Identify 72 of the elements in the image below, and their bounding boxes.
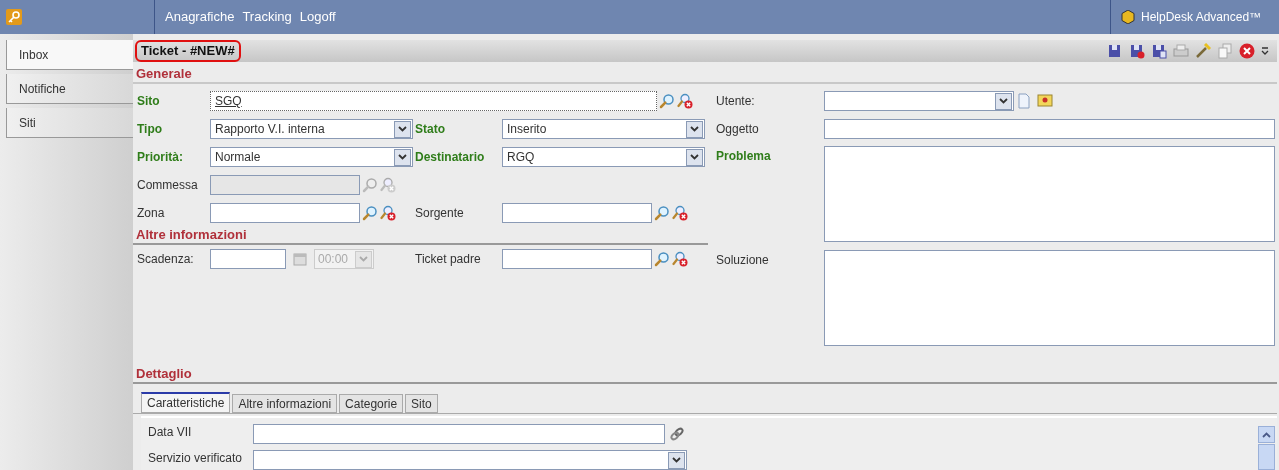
field-label: Tipo [137,121,164,138]
scroll-up-icon[interactable] [1262,431,1271,438]
select-field[interactable]: Inserito [502,119,705,139]
time-select: 00:00 [314,249,374,269]
field-label: Scadenza: [137,251,195,268]
sidebar-tab[interactable]: Inbox [6,40,133,70]
search-icon[interactable] [654,251,670,267]
select-field[interactable]: Normale [210,147,413,167]
field-label: Ticket padre [415,251,482,268]
save-icon[interactable] [1151,43,1167,59]
field-label: Servizio verificato [148,450,244,465]
select-field[interactable]: Rapporto V.I. interna [210,119,413,139]
menu-link[interactable]: Anagrafiche [165,7,235,27]
select-field[interactable]: RGQ [502,147,705,167]
lookup-field[interactable]: SGQ [210,91,657,111]
ticket-title: Ticket - #NEW# [135,40,241,62]
lookup-field[interactable] [210,203,360,223]
detail-tab[interactable]: Categorie [339,394,404,413]
lookup-field[interactable] [502,249,652,269]
detail-tab[interactable]: Caratteristiche [141,392,231,413]
field-label: Problema [716,148,772,165]
clear-search-icon[interactable] [380,205,396,221]
date-field[interactable] [210,249,286,269]
text-area[interactable] [824,250,1275,346]
field-label: Sorgente [415,205,465,222]
document-icon[interactable] [1017,93,1031,109]
field-label: Zona [137,205,166,222]
close-icon[interactable] [1239,43,1255,59]
field-label: Stato [415,121,446,138]
section-heading: Generale [135,66,192,82]
sidebar-tab[interactable]: Notifiche [6,74,133,104]
product-name: HelpDesk Advanced™ [1141,9,1262,26]
clear-search-icon[interactable] [672,251,688,267]
text-area[interactable] [824,146,1275,242]
select-field[interactable] [824,91,1014,111]
hexagon-logo-icon [1121,10,1135,24]
field-label: Commessa [137,177,199,194]
search-icon[interactable] [362,177,378,193]
menu-link[interactable]: Tracking [242,7,292,27]
text-field[interactable] [253,424,665,444]
key-icon [6,9,22,25]
field-label: Utente: [716,93,756,110]
save-icon[interactable] [1107,43,1123,59]
printer-icon[interactable] [1173,43,1189,59]
field-label: Destinatario [415,149,486,166]
link-icon[interactable] [669,426,685,442]
copy-icon[interactable] [1217,43,1233,59]
save-icon[interactable] [1129,43,1145,59]
search-icon[interactable] [362,205,378,221]
field-label: Priorità: [137,149,184,166]
menu-link[interactable]: Logoff [299,7,336,27]
clear-search-icon[interactable] [672,205,688,221]
card-icon[interactable] [1037,93,1053,109]
lookup-field[interactable] [502,203,652,223]
calendar-icon[interactable] [292,251,308,267]
sidebar-tab[interactable]: Siti [6,108,133,138]
text-field[interactable] [824,119,1275,139]
detail-tab[interactable]: Altre informazioni [232,394,338,413]
field-label: Soluzione [716,252,770,269]
more-caret-icon[interactable] [1261,47,1269,55]
search-icon[interactable] [659,93,675,109]
field-label: Oggetto [716,121,760,138]
scrollbar[interactable] [1258,426,1275,470]
select-field[interactable] [253,450,687,470]
section-heading: Altre informazioni [135,227,247,243]
detail-tab[interactable]: Sito [405,394,438,413]
search-icon[interactable] [654,205,670,221]
clear-search-icon[interactable] [380,177,396,193]
clear-search-icon[interactable] [677,93,693,109]
section-heading: Dettaglio [135,366,192,382]
field-label: Data VII [148,424,193,439]
field-label: Sito [137,93,161,110]
